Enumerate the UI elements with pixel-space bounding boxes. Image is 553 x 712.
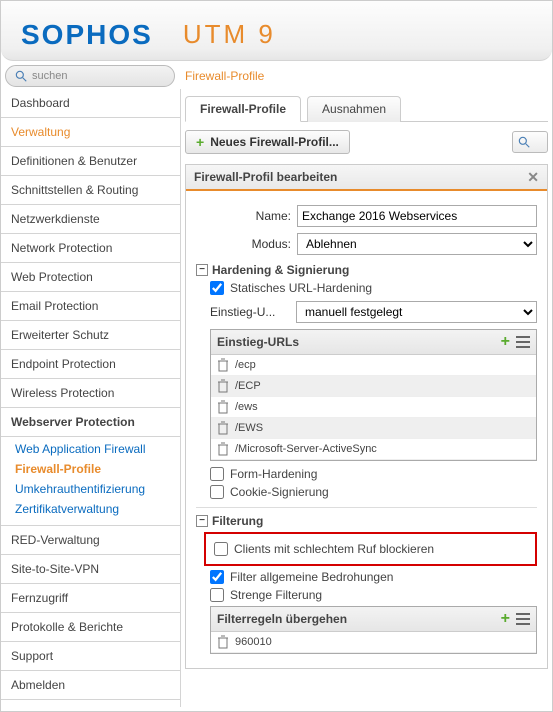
sidebar-item-dashboard[interactable]: Dashboard xyxy=(1,89,180,118)
name-field[interactable] xyxy=(297,205,537,227)
sidebar-item-wireless-protection[interactable]: Wireless Protection xyxy=(1,379,180,408)
app-header: SOPHOS UTM 9 xyxy=(1,1,552,61)
sidebar-item-interfaces[interactable]: Schnittstellen & Routing xyxy=(1,176,180,205)
subnav-item-reverse-auth[interactable]: Umkehrauthentifizierung xyxy=(1,479,180,499)
brand-logo: SOPHOS xyxy=(21,19,153,51)
trash-icon[interactable] xyxy=(217,635,229,649)
sidebar-item-verwaltung[interactable]: Verwaltung xyxy=(1,118,180,147)
content-area: Firewall-Profile Ausnahmen + Neues Firew… xyxy=(181,89,552,707)
search-placeholder: suchen xyxy=(32,70,67,82)
add-url-icon[interactable]: + xyxy=(501,334,510,350)
list-item[interactable]: /EWS xyxy=(211,418,536,439)
subnav-item-waf[interactable]: Web Application Firewall xyxy=(1,439,180,459)
mini-search-button[interactable] xyxy=(512,131,548,153)
section-filtering[interactable]: − Filterung xyxy=(196,507,537,528)
trash-icon[interactable] xyxy=(217,421,229,435)
name-label: Name: xyxy=(196,209,291,223)
sidebar-item-logout[interactable]: Abmelden xyxy=(1,671,180,700)
toolbar: suchen Firewall-Profile xyxy=(1,61,552,89)
sidebar-item-definitions[interactable]: Definitionen & Benutzer xyxy=(1,147,180,176)
entry-urls-title: Einstieg-URLs xyxy=(217,335,299,349)
sidebar-item-red[interactable]: RED-Verwaltung xyxy=(1,526,180,555)
highlight-box: Clients mit schlechtem Ruf blockieren xyxy=(204,532,537,566)
subnav-item-certificates[interactable]: Zertifikatverwaltung xyxy=(1,499,180,519)
section-hardening[interactable]: − Hardening & Signierung xyxy=(196,263,537,277)
list-menu-icon[interactable] xyxy=(516,613,530,625)
static-url-label: Statisches URL-Hardening xyxy=(230,281,372,295)
entry-urls-body: /ecp /ECP /ews /EWS xyxy=(211,355,536,460)
mode-select[interactable]: Ablehnen xyxy=(297,233,537,255)
sidebar-item-s2s-vpn[interactable]: Site-to-Site-VPN xyxy=(1,555,180,584)
sidebar: Dashboard Verwaltung Definitionen & Benu… xyxy=(1,89,181,707)
trash-icon[interactable] xyxy=(217,442,229,456)
bad-clients-label: Clients mit schlechtem Ruf blockieren xyxy=(234,542,434,556)
search-input[interactable]: suchen xyxy=(5,65,175,87)
search-icon xyxy=(14,69,28,83)
breadcrumb: Firewall-Profile xyxy=(185,69,264,83)
trash-icon[interactable] xyxy=(217,358,229,372)
sidebar-item-network-protection[interactable]: Network Protection xyxy=(1,234,180,263)
list-item[interactable]: /ews xyxy=(211,397,536,418)
tab-firewall-profile[interactable]: Firewall-Profile xyxy=(185,96,301,122)
sidebar-item-support[interactable]: Support xyxy=(1,642,180,671)
sidebar-item-advanced-protection[interactable]: Erweiterter Schutz xyxy=(1,321,180,350)
sidebar-item-web-protection[interactable]: Web Protection xyxy=(1,263,180,292)
strict-filter-label: Strenge Filterung xyxy=(230,588,322,602)
entry-label: Einstieg-U... xyxy=(210,305,290,319)
strict-filter-checkbox[interactable] xyxy=(210,588,224,602)
bad-clients-checkbox[interactable] xyxy=(214,542,228,556)
mode-label: Modus: xyxy=(196,237,291,251)
sidebar-item-webserver-protection[interactable]: Webserver Protection xyxy=(1,408,180,437)
close-icon[interactable]: ✕ xyxy=(527,170,539,184)
trash-icon[interactable] xyxy=(217,400,229,414)
collapse-icon[interactable]: − xyxy=(196,264,208,276)
plus-icon: + xyxy=(196,135,204,149)
tab-exceptions[interactable]: Ausnahmen xyxy=(307,96,401,122)
add-rule-icon[interactable]: + xyxy=(501,611,510,627)
panel-title: Firewall-Profil bearbeiten xyxy=(194,170,337,184)
common-threats-label: Filter allgemeine Bedrohungen xyxy=(230,570,393,584)
sidebar-item-network-services[interactable]: Netzwerkdienste xyxy=(1,205,180,234)
edit-profile-panel: Firewall-Profil bearbeiten ✕ Name: Modus… xyxy=(185,164,548,669)
list-item[interactable]: /ecp xyxy=(211,355,536,376)
sidebar-item-endpoint-protection[interactable]: Endpoint Protection xyxy=(1,350,180,379)
new-profile-button[interactable]: + Neues Firewall-Profil... xyxy=(185,130,350,154)
list-item[interactable]: /ECP xyxy=(211,376,536,397)
sidebar-item-remote-access[interactable]: Fernzugriff xyxy=(1,584,180,613)
search-icon xyxy=(517,135,531,149)
form-hardening-checkbox[interactable] xyxy=(210,467,224,481)
entry-urls-listbox: Einstieg-URLs + /ecp /ECP xyxy=(210,329,537,461)
entry-select[interactable]: manuell festgelegt xyxy=(296,301,537,323)
list-menu-icon[interactable] xyxy=(516,336,530,348)
cookie-signing-checkbox[interactable] xyxy=(210,485,224,499)
collapse-icon[interactable]: − xyxy=(196,515,208,527)
common-threats-checkbox[interactable] xyxy=(210,570,224,584)
product-name: UTM 9 xyxy=(183,19,276,50)
trash-icon[interactable] xyxy=(217,379,229,393)
static-url-checkbox[interactable] xyxy=(210,281,224,295)
tabs: Firewall-Profile Ausnahmen xyxy=(185,95,548,122)
list-item[interactable]: /Microsoft-Server-ActiveSync xyxy=(211,439,536,460)
form-hardening-label: Form-Hardening xyxy=(230,467,317,481)
rules-bypass-listbox: Filterregeln übergehen + 960010 xyxy=(210,606,537,654)
sidebar-item-logs-reports[interactable]: Protokolle & Berichte xyxy=(1,613,180,642)
subnav: Web Application Firewall Firewall-Profil… xyxy=(1,437,180,526)
subnav-item-firewall-profile[interactable]: Firewall-Profile xyxy=(1,459,180,479)
list-item[interactable]: 960010 xyxy=(211,632,536,653)
cookie-signing-label: Cookie-Signierung xyxy=(230,485,329,499)
rules-bypass-title: Filterregeln übergehen xyxy=(217,612,347,626)
new-profile-label: Neues Firewall-Profil... xyxy=(210,135,339,149)
sidebar-item-email-protection[interactable]: Email Protection xyxy=(1,292,180,321)
